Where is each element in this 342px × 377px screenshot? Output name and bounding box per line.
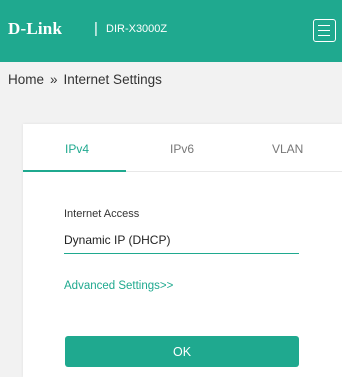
tab-ipv4[interactable]: IPv4 — [65, 142, 89, 156]
menu-line — [318, 29, 330, 32]
internet-access-value: Dynamic IP (DHCP) — [64, 233, 171, 247]
advanced-settings-link[interactable]: Advanced Settings>> — [64, 280, 173, 292]
settings-card: IPv4 IPv6 VLAN Internet Access Dynamic I… — [23, 124, 342, 377]
model-name: DIR-X3000Z — [106, 23, 168, 35]
menu-line — [318, 24, 330, 27]
tab-bar: IPv4 IPv6 VLAN — [23, 124, 342, 172]
hamburger-menu-icon[interactable] — [313, 19, 336, 42]
menu-line — [318, 34, 330, 37]
internet-access-label: Internet Access — [64, 208, 140, 220]
breadcrumb-home[interactable]: Home — [8, 72, 44, 87]
top-header: D-Link | DIR-X3000Z — [0, 0, 342, 62]
ok-button[interactable]: OK — [65, 336, 299, 367]
breadcrumb-current: Internet Settings — [63, 72, 162, 87]
dlink-logo: D-Link — [8, 19, 63, 38]
breadcrumb-separator: » — [50, 72, 58, 87]
header-separator: | — [94, 20, 98, 37]
active-tab-indicator — [23, 170, 126, 172]
tab-ipv6[interactable]: IPv6 — [170, 142, 194, 156]
internet-access-select[interactable]: Dynamic IP (DHCP) — [64, 228, 299, 254]
breadcrumb: Home » Internet Settings — [8, 72, 162, 87]
tab-vlan[interactable]: VLAN — [272, 142, 303, 156]
